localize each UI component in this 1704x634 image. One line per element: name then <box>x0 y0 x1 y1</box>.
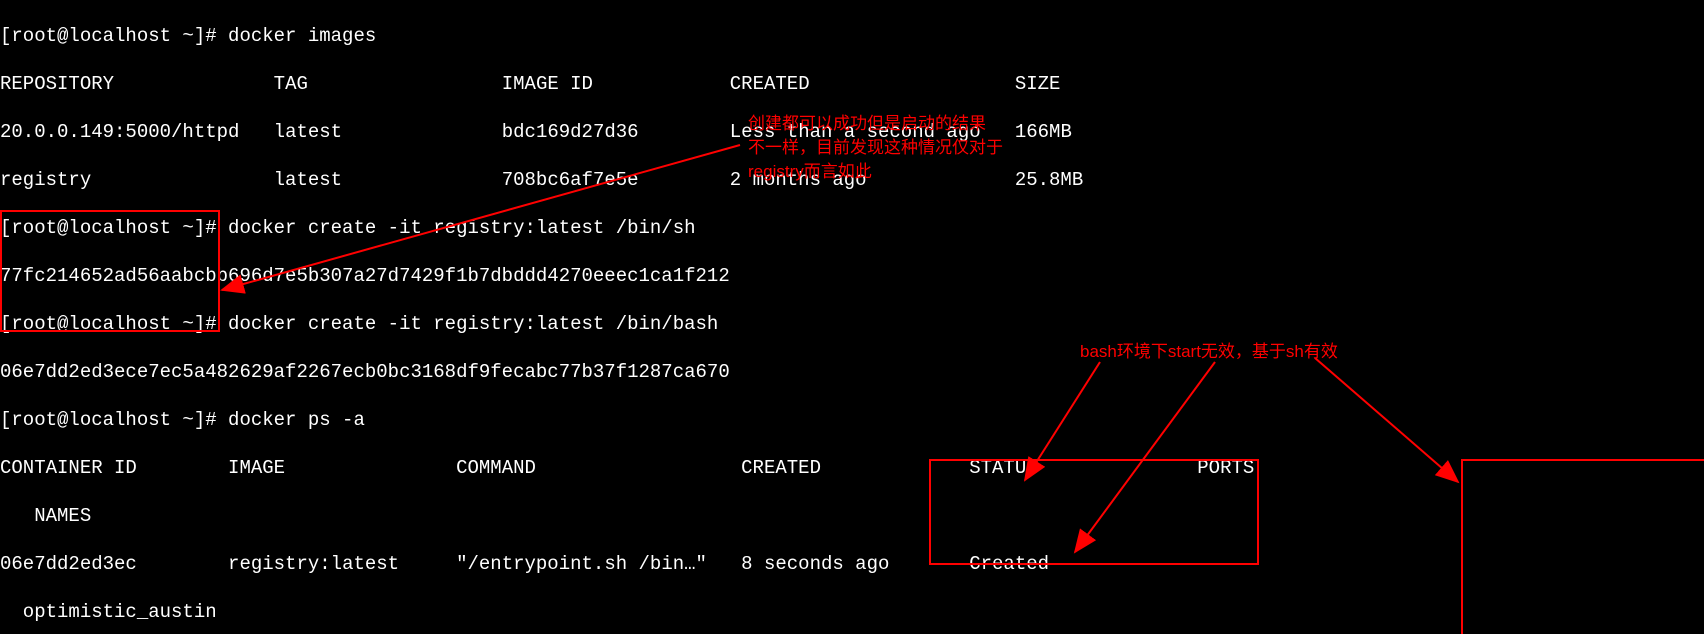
col-image-id: IMAGE ID <box>502 73 593 95</box>
container-hash: 77fc214652ad56aabcbb696d7e5b307a27d7429f… <box>0 265 730 287</box>
col-created: CREATED <box>730 73 810 95</box>
image-id: bdc169d27d36 <box>502 121 639 143</box>
container-status: Created <box>969 553 1049 575</box>
col-command: COMMAND <box>456 457 536 479</box>
col-names: NAMES <box>0 505 91 527</box>
col-repository: REPOSITORY <box>0 73 114 95</box>
cmd-docker-create-sh: [root@localhost ~]# docker create -it re… <box>0 217 696 239</box>
col-tag: TAG <box>274 73 308 95</box>
col-created: CREATED <box>741 457 821 479</box>
image-tag: latest <box>274 169 342 191</box>
col-ports: PORTS <box>1197 457 1254 479</box>
container-image: registry:latest <box>228 553 399 575</box>
container-created: 8 seconds ago <box>741 553 889 575</box>
annotation-create-note: registry而言如此 <box>748 161 872 183</box>
cmd-docker-create-bash: [root@localhost ~]# docker create -it re… <box>0 313 718 335</box>
container-command: "/entrypoint.sh /bin…" <box>456 553 707 575</box>
image-repo: registry <box>0 169 91 191</box>
image-id: 708bc6af7e5e <box>502 169 639 191</box>
col-status: STATUS <box>969 457 1037 479</box>
container-id: 06e7dd2ed3ec <box>0 553 137 575</box>
container-name: optimistic_austin <box>0 601 217 623</box>
annotation-create-note: 创建都可以成功但是启动的结果 <box>748 113 986 135</box>
annotation-bash-note: bash环境下start无效，基于sh有效 <box>1080 341 1338 363</box>
col-container-id: CONTAINER ID <box>0 457 137 479</box>
cmd-docker-images: [root@localhost ~]# docker images <box>0 25 376 47</box>
image-size: 166MB <box>1015 121 1072 143</box>
image-repo: 20.0.0.149:5000/httpd <box>0 121 239 143</box>
container-hash: 06e7dd2ed3ece7ec5a482629af2267ecb0bc3168… <box>0 361 730 383</box>
cmd-docker-ps-a: [root@localhost ~]# docker ps -a <box>0 409 365 431</box>
col-image: IMAGE <box>228 457 285 479</box>
image-tag: latest <box>274 121 342 143</box>
terminal-output: [root@localhost ~]# docker images REPOSI… <box>0 0 1631 634</box>
annotation-create-note: 不一样，目前发现这种情况仅对于 <box>748 137 1003 159</box>
col-size: SIZE <box>1015 73 1061 95</box>
image-size: 25.8MB <box>1015 169 1083 191</box>
